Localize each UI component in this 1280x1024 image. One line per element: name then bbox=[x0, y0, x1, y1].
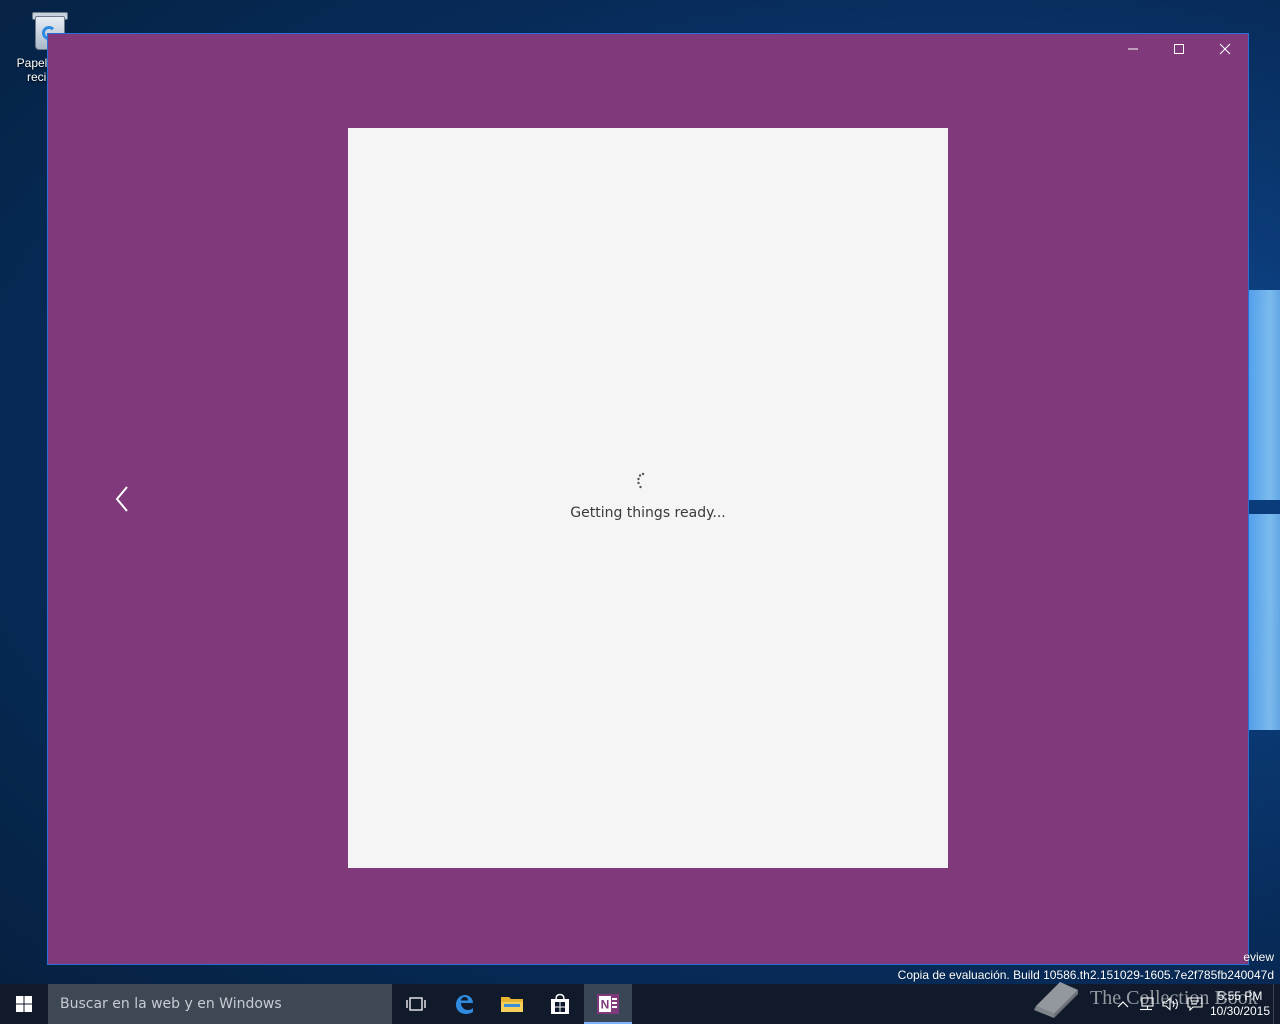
file-explorer-button[interactable] bbox=[488, 984, 536, 1024]
edge-button[interactable] bbox=[440, 984, 488, 1024]
close-icon bbox=[1219, 43, 1231, 55]
clock[interactable]: 5:55 PM 10/30/2015 bbox=[1207, 984, 1273, 1024]
volume-button[interactable] bbox=[1159, 984, 1183, 1024]
svg-text:N: N bbox=[601, 998, 610, 1012]
loading-spinner-icon bbox=[637, 472, 645, 489]
clock-time: 5:55 PM bbox=[1217, 989, 1263, 1003]
task-view-icon bbox=[406, 997, 426, 1011]
back-button[interactable] bbox=[110, 482, 134, 516]
chevron-up-icon bbox=[1117, 1001, 1129, 1008]
build-watermark: Copia de evaluación. Build 10586.th2.151… bbox=[897, 968, 1274, 982]
maximize-button[interactable] bbox=[1156, 34, 1202, 64]
task-view-button[interactable] bbox=[392, 984, 440, 1024]
show-desktop-button[interactable] bbox=[1273, 984, 1280, 1024]
taskbar: Buscar en la web y en Windows N 5:55 PM … bbox=[0, 984, 1280, 1024]
start-button[interactable] bbox=[0, 984, 48, 1024]
maximize-icon bbox=[1174, 44, 1184, 54]
minimize-icon bbox=[1128, 48, 1138, 50]
action-center-button[interactable] bbox=[1183, 984, 1207, 1024]
chevron-left-icon bbox=[115, 486, 128, 512]
store-icon bbox=[551, 993, 569, 1014]
edition-watermark: eview bbox=[1243, 950, 1274, 964]
show-hidden-icons-button[interactable] bbox=[1111, 984, 1135, 1024]
search-input[interactable]: Buscar en la web y en Windows bbox=[48, 984, 392, 1024]
speaker-icon bbox=[1162, 997, 1178, 1011]
network-button[interactable] bbox=[1135, 984, 1159, 1024]
close-button[interactable] bbox=[1202, 34, 1248, 64]
minimize-button[interactable] bbox=[1110, 34, 1156, 64]
network-icon bbox=[1140, 997, 1154, 1011]
clock-date: 10/30/2015 bbox=[1209, 1004, 1271, 1018]
edge-icon bbox=[456, 995, 473, 1014]
window-controls bbox=[1110, 34, 1248, 64]
system-tray: 5:55 PM 10/30/2015 bbox=[1111, 984, 1280, 1024]
loading-text: Getting things ready... bbox=[570, 505, 726, 521]
notification-icon bbox=[1187, 997, 1203, 1011]
onenote-icon: N bbox=[597, 994, 619, 1014]
desktop: Papelera de reciclaje Get bbox=[0, 0, 1280, 1024]
windows-start-icon bbox=[16, 996, 32, 1012]
folder-icon bbox=[501, 997, 523, 1012]
onenote-window: Getting things ready... bbox=[47, 33, 1249, 965]
onenote-taskbar-button[interactable]: N bbox=[584, 984, 632, 1024]
loading-card: Getting things ready... bbox=[348, 128, 948, 868]
store-button[interactable] bbox=[536, 984, 584, 1024]
